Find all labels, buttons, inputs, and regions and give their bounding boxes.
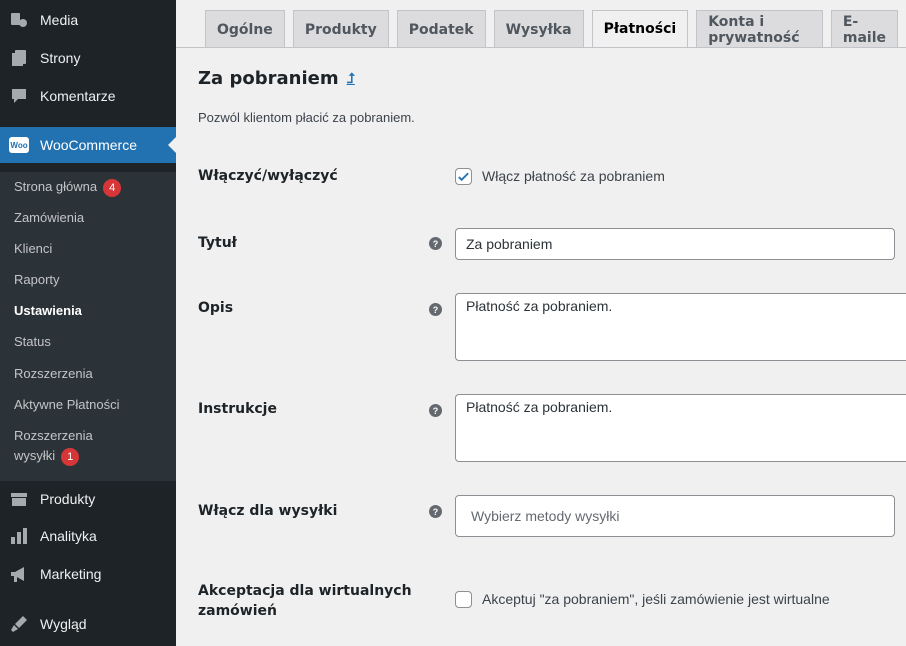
menu-label: Strony (40, 50, 81, 66)
settings-content: Za pobraniem ⮥ Pozwól klientom płacić za… (176, 0, 906, 646)
virtual-orders-label: Akceptacja dla wirtualnych zamówień (198, 583, 412, 619)
description-textarea[interactable]: Płatność za pobraniem. (455, 293, 906, 361)
media-icon (9, 10, 29, 30)
update-badge: 4 (103, 178, 122, 197)
menu-analytics[interactable]: Analityka (0, 518, 176, 554)
submenu-status[interactable]: Status (14, 332, 51, 352)
woocommerce-submenu: Strona główna 4 Zamówienia Klienci Raport… (0, 172, 176, 481)
virtual-orders-checkbox[interactable] (455, 591, 472, 608)
products-icon (9, 489, 29, 509)
virtual-orders-checkbox-label[interactable]: Akceptuj "za pobraniem", jeśli zamówieni… (482, 591, 830, 607)
page-title: Za pobraniem ⮥ (198, 68, 355, 89)
instructions-label: Instrukcje (198, 401, 277, 417)
submenu-reports[interactable]: Raporty (14, 270, 60, 290)
enable-checkbox-label[interactable]: Włącz płatność za pobraniem (482, 168, 665, 184)
checkmark-icon (458, 172, 469, 181)
menu-label: WooCommerce (40, 137, 137, 153)
submenu-shipping-extensions[interactable]: Rozszerzenia wysyłki 1 (14, 426, 93, 466)
menu-label: Produkty (40, 491, 96, 507)
description-label: Opis (198, 300, 234, 316)
menu-label: Media (40, 12, 79, 28)
help-tip-icon[interactable]: ? (429, 237, 442, 250)
instructions-textarea[interactable]: Płatność za pobraniem. (455, 394, 906, 462)
submenu-settings[interactable]: Ustawienia (14, 301, 82, 321)
help-tip-icon[interactable]: ? (429, 505, 442, 518)
submenu-home[interactable]: Strona główna 4 (14, 177, 122, 197)
back-to-payments-link[interactable]: ⮥ (347, 71, 355, 87)
admin-sidebar: Media Strony Komentarze Woo WooCommerce … (0, 0, 176, 646)
menu-appearance[interactable]: Wygląd (0, 606, 176, 642)
menu-comments[interactable]: Komentarze (0, 78, 176, 114)
shipping-methods-label: Włącz dla wysyłki (198, 503, 338, 519)
update-badge: 1 (61, 447, 80, 466)
help-tip-icon[interactable]: ? (429, 303, 442, 316)
title-label: Tytuł (198, 235, 237, 251)
shipping-methods-select[interactable]: Wybierz metody wysyłki (455, 495, 895, 537)
submenu-extensions[interactable]: Rozszerzenia (14, 364, 93, 384)
menu-label: Marketing (40, 566, 102, 582)
menu-woocommerce[interactable]: Woo WooCommerce (0, 127, 176, 163)
menu-label: Analityka (40, 528, 97, 544)
enable-label: Włączyć/wyłączyć (198, 168, 338, 184)
help-tip-icon[interactable]: ? (429, 404, 442, 417)
section-description: Pozwól klientom płacić za pobraniem. (198, 110, 415, 125)
current-arrow-icon (168, 137, 176, 153)
submenu-customers[interactable]: Klienci (14, 239, 52, 259)
pages-icon (9, 48, 29, 68)
menu-pages[interactable]: Strony (0, 40, 176, 76)
title-input[interactable]: Za pobraniem (455, 228, 895, 260)
comments-icon (9, 86, 29, 106)
submenu-orders[interactable]: Zamówienia (14, 208, 84, 228)
appearance-icon (9, 614, 29, 634)
menu-marketing[interactable]: Marketing (0, 556, 176, 592)
menu-label: Wygląd (40, 616, 87, 632)
menu-label: Komentarze (40, 88, 116, 104)
submenu-active-payments[interactable]: Aktywne Płatności (14, 395, 120, 415)
menu-products[interactable]: Produkty (0, 481, 176, 517)
analytics-icon (9, 526, 29, 546)
megaphone-icon (9, 564, 29, 584)
woocommerce-logo-icon: Woo (9, 135, 29, 155)
menu-media[interactable]: Media (0, 2, 176, 38)
enable-checkbox[interactable] (455, 168, 472, 185)
